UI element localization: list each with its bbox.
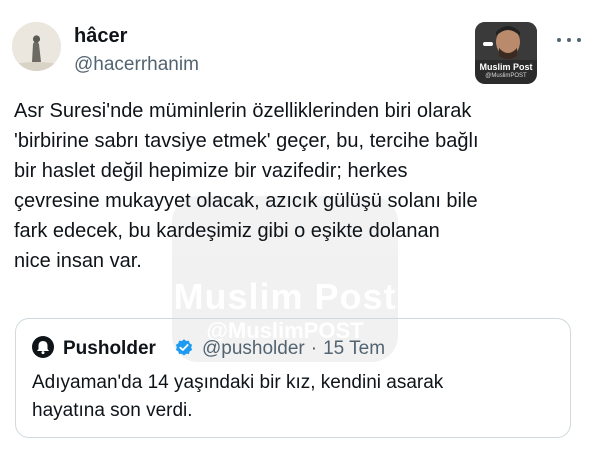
bell-logo-icon[interactable] xyxy=(32,336,54,358)
brand-title: Muslim Post xyxy=(479,62,533,72)
muslim-post-badge: Muslim Post @MuslimPOST xyxy=(475,22,537,84)
watermark-title: Muslim Post xyxy=(173,276,397,317)
quoted-handle[interactable]: @pusholder xyxy=(202,338,305,359)
quoted-date[interactable]: 15 Tem xyxy=(323,338,385,359)
quoted-tweet[interactable]: Pusholder @pusholder · 15 Tem Adıyaman'da … xyxy=(15,318,571,438)
quoted-display-name[interactable]: Pusholder xyxy=(63,338,156,360)
meta-separator: · xyxy=(310,338,318,359)
verified-badge-icon xyxy=(174,338,194,358)
brand-portrait-icon xyxy=(475,22,537,60)
author-display-name[interactable]: hâcer xyxy=(74,25,127,48)
tweet-text: Asr Suresi'nde müminlerin özelliklerinde… xyxy=(14,100,479,272)
quoted-text: Adıyaman'da 14 yaşındaki bir kız, kendin… xyxy=(32,372,444,421)
brand-handle: @MuslimPOST xyxy=(485,73,527,79)
author-handle[interactable]: @hacerrhanim xyxy=(74,54,199,76)
quoted-meta: @pusholder · 15 Tem xyxy=(202,338,385,360)
more-horizontal-icon[interactable] xyxy=(557,28,581,52)
author-avatar[interactable] xyxy=(12,22,61,71)
